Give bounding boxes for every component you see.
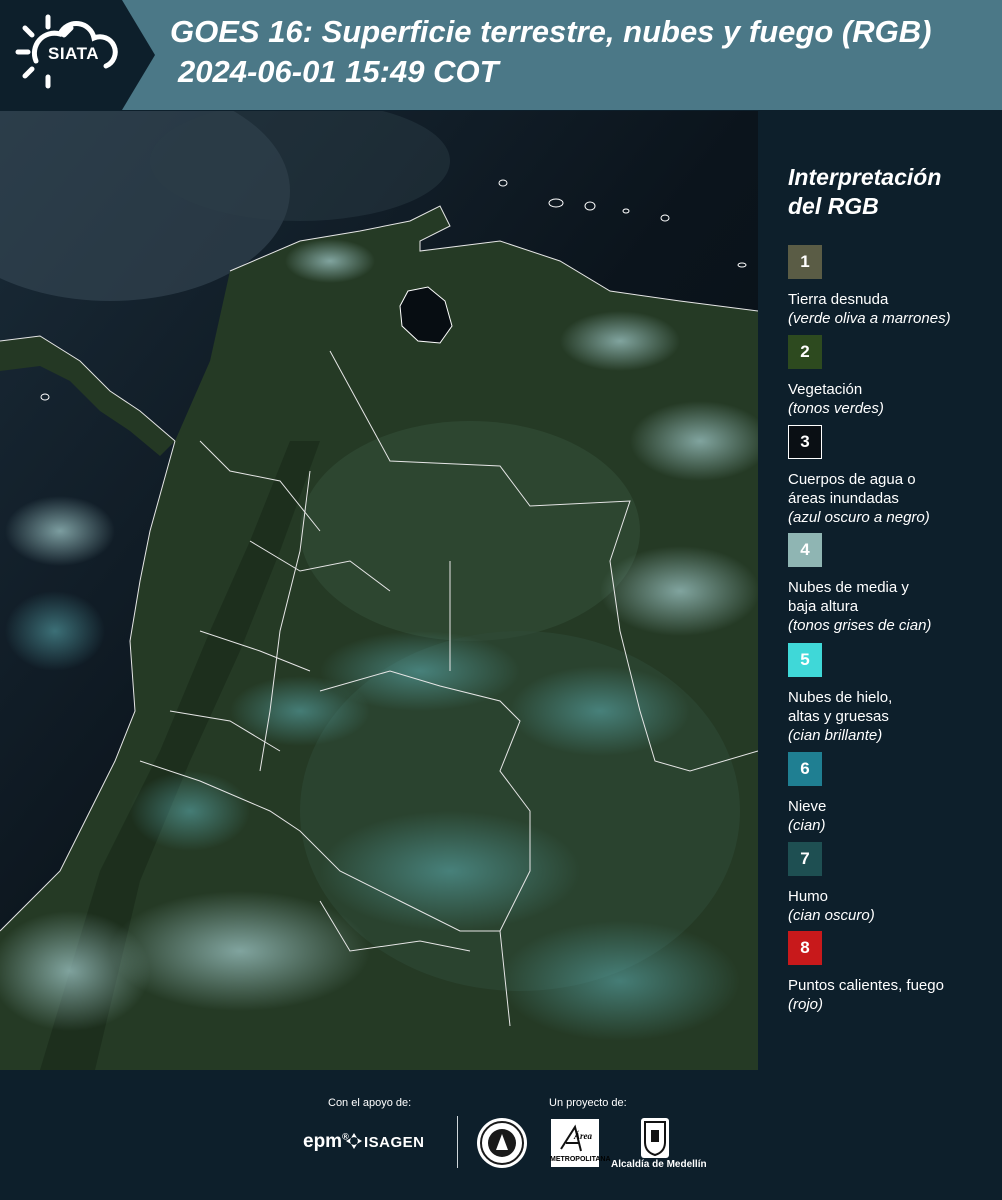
legend-item-low-clouds: 4 Nubes de media y baja altura (tonos gr… [788, 533, 998, 635]
legend-label-line1: Nubes de media y [788, 579, 909, 596]
legend-item-water: 3 Cuerpos de agua o áreas inundadas (azu… [788, 425, 998, 527]
legend-note: (cian brillante) [788, 727, 883, 744]
legend-label: Humo [788, 888, 829, 905]
page-title: GOES 16: Superficie terrestre, nubes y f… [170, 14, 932, 49]
legend-item-fire: 8 Puntos calientes, fuego (rojo) [788, 931, 998, 1014]
legend-item-ice-clouds: 5 Nubes de hielo, altas y gruesas (cian … [788, 643, 998, 745]
legend-label-line1: Nubes de hielo, [788, 689, 893, 706]
legend-note: (tonos grises de cian) [788, 617, 932, 634]
legend-label: Nubes de media y baja altura [788, 578, 998, 616]
legend-label: Tierra desnuda [788, 291, 889, 308]
legend-swatch: 4 [788, 533, 822, 567]
legend-note: (cian oscuro) [788, 907, 875, 924]
legend-item-vegetation: 2 Vegetación (tonos verdes) [788, 335, 998, 418]
satellite-image [0, 111, 758, 1070]
legend-swatch: 8 [788, 931, 822, 965]
legend-label: Nieve [788, 798, 827, 815]
plains-area [300, 421, 640, 641]
legend-item-smoke: 7 Humo (cian oscuro) [788, 842, 998, 925]
legend-title-line2: del RGB [788, 193, 879, 219]
siata-logo: SIATA [0, 0, 155, 110]
legend-label: Puntos calientes, fuego [788, 977, 944, 994]
legend-swatch: 7 [788, 842, 822, 876]
legend-note: (azul oscuro a negro) [788, 509, 930, 526]
satellite-map [0, 111, 758, 1070]
legend-swatch: 5 [788, 643, 822, 677]
siata-logo-text: SIATA [48, 44, 99, 63]
legend-label: Cuerpos de agua o áreas inundadas [788, 470, 998, 508]
epm-logo-text: epm [303, 1131, 343, 1152]
isagen-logo: ISAGEN [364, 1134, 425, 1151]
legend-title: Interpretación del RGB [788, 163, 988, 221]
legend-swatch: 1 [788, 245, 822, 279]
header-bar: SIATA GOES 16: Superficie terrestre, nub… [0, 0, 1002, 110]
legend-item-snow: 6 Nieve (cian) [788, 752, 998, 835]
legend-label-line1: Cuerpos de agua o [788, 471, 916, 488]
legend-title-line1: Interpretación [788, 164, 942, 190]
alcaldia-crest-icon [641, 1118, 669, 1158]
area-logo-text: Área [574, 1131, 592, 1141]
legend-swatch: 3 [788, 425, 822, 459]
legend-note: (verde oliva a marrones) [788, 310, 951, 327]
timestamp: 2024-06-01 15:49 COT [178, 54, 499, 89]
legend-note: (cian) [788, 817, 826, 834]
legend-panel: Interpretación del RGB 1 Tierra desnuda … [760, 111, 1002, 1070]
area-logo-subtext: METROPOLITANA [550, 1156, 611, 1163]
project-label: Un proyecto de: [549, 1097, 627, 1109]
legend-note: (rojo) [788, 996, 824, 1013]
legend-swatch: 2 [788, 335, 822, 369]
footer: Con el apoyo de: Un proyecto de: epm® IS… [0, 1070, 1002, 1200]
legend-swatch: 6 [788, 752, 822, 786]
footer-divider [457, 1116, 458, 1168]
isagen-icon [346, 1133, 362, 1149]
legend-label-line2: áreas inundadas [788, 490, 899, 507]
legend-item-bare-land: 1 Tierra desnuda (verde oliva a marrones… [788, 245, 998, 328]
legend-label-line2: baja altura [788, 598, 859, 615]
support-label: Con el apoyo de: [328, 1097, 412, 1109]
legend-label: Nubes de hielo, altas y gruesas [788, 688, 998, 726]
legend-note: (tonos verdes) [788, 400, 884, 417]
university-seal-icon [477, 1118, 527, 1168]
alcaldia-label: Alcaldía de Medellín [611, 1159, 707, 1170]
legend-label-line2: altas y gruesas [788, 708, 889, 725]
epm-logo: epm® [303, 1131, 349, 1153]
legend-label: Vegetación [788, 381, 863, 398]
